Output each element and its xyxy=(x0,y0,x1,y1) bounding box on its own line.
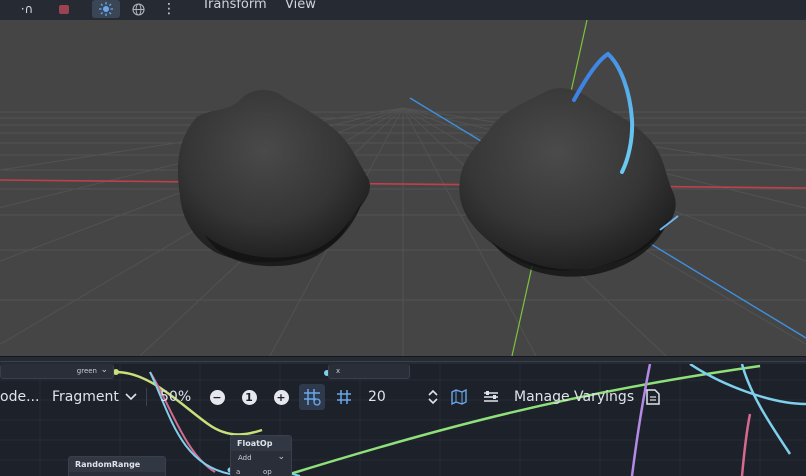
rock-mesh-right[interactable] xyxy=(459,88,675,270)
snap-distance-spinner[interactable] xyxy=(422,386,444,408)
zoom-reset-icon: 1 xyxy=(242,390,257,405)
floatop-title: FloatOp xyxy=(231,436,291,451)
arrange-icon xyxy=(483,390,499,404)
port-label-a: a xyxy=(236,468,240,476)
node-floatop[interactable]: FloatOp Add ⌄ a op xyxy=(230,435,292,476)
menu-view[interactable]: View xyxy=(285,0,316,12)
shader-code-button[interactable] xyxy=(642,386,664,408)
shader-type-value: Fragment xyxy=(52,389,119,405)
snap-distance-value[interactable]: 20 xyxy=(368,377,386,417)
floatop-op-value[interactable]: Add xyxy=(238,454,252,462)
viewport-scene xyxy=(0,20,806,356)
snap-grid-icon xyxy=(303,388,321,406)
port-label-green: green xyxy=(77,367,97,375)
manage-varyings-button[interactable]: Manage Varyings xyxy=(514,377,634,417)
snap-toggle-button[interactable] xyxy=(299,384,325,410)
lock-icon[interactable] xyxy=(52,0,76,18)
floatop-op-row[interactable]: Add ⌄ xyxy=(231,451,291,465)
mode-dropdown[interactable]: ode... xyxy=(0,377,39,417)
spinner-updown-icon xyxy=(427,389,439,405)
wire-pink-right xyxy=(742,414,750,476)
chevron-down-icon[interactable]: ⌄ xyxy=(277,452,285,462)
splitter-line xyxy=(0,361,806,362)
randomrange-title: RandomRange xyxy=(69,457,165,472)
globe-shape xyxy=(132,3,145,16)
document-icon xyxy=(646,389,660,405)
chevron-down-icon xyxy=(125,393,137,401)
sun-shape xyxy=(99,2,113,16)
grid-toggle-button[interactable] xyxy=(333,386,355,408)
top-toolbar: ·∩ ⋮ Transform View xyxy=(0,0,806,21)
menu-transform[interactable]: Transform xyxy=(202,0,267,12)
minimap-toggle-button[interactable] xyxy=(448,386,470,408)
zoom-in-icon: + xyxy=(274,390,289,405)
port-label-op: op xyxy=(263,468,272,476)
lock-shape xyxy=(57,3,71,15)
globe-icon[interactable] xyxy=(126,0,150,18)
floor-grid xyxy=(0,108,806,356)
arrange-nodes-button[interactable] xyxy=(480,386,502,408)
undo-icon[interactable]: ·∩ xyxy=(14,0,40,18)
minimap-icon xyxy=(451,389,467,405)
port-label-x: x xyxy=(336,367,340,375)
toolbar-separator xyxy=(146,388,147,406)
zoom-reset-button[interactable]: 1 xyxy=(238,386,260,408)
zoom-level: 50% xyxy=(160,377,191,417)
sun-preview-icon[interactable] xyxy=(92,0,120,18)
chevron-down-icon[interactable]: ⌄ xyxy=(100,365,108,375)
shader-type-dropdown[interactable]: Fragment xyxy=(52,377,137,417)
zoom-out-button[interactable]: − xyxy=(206,386,228,408)
more-glyph: ⋮ xyxy=(162,1,176,17)
zoom-out-icon: − xyxy=(210,390,225,405)
more-options-icon[interactable]: ⋮ xyxy=(160,0,178,18)
node-randomrange[interactable]: RandomRange xyxy=(68,456,166,476)
zoom-in-button[interactable]: + xyxy=(270,386,292,408)
grid-icon xyxy=(336,389,352,405)
3d-viewport[interactable] xyxy=(0,20,806,356)
undo-glyph: ·∩ xyxy=(21,2,34,16)
